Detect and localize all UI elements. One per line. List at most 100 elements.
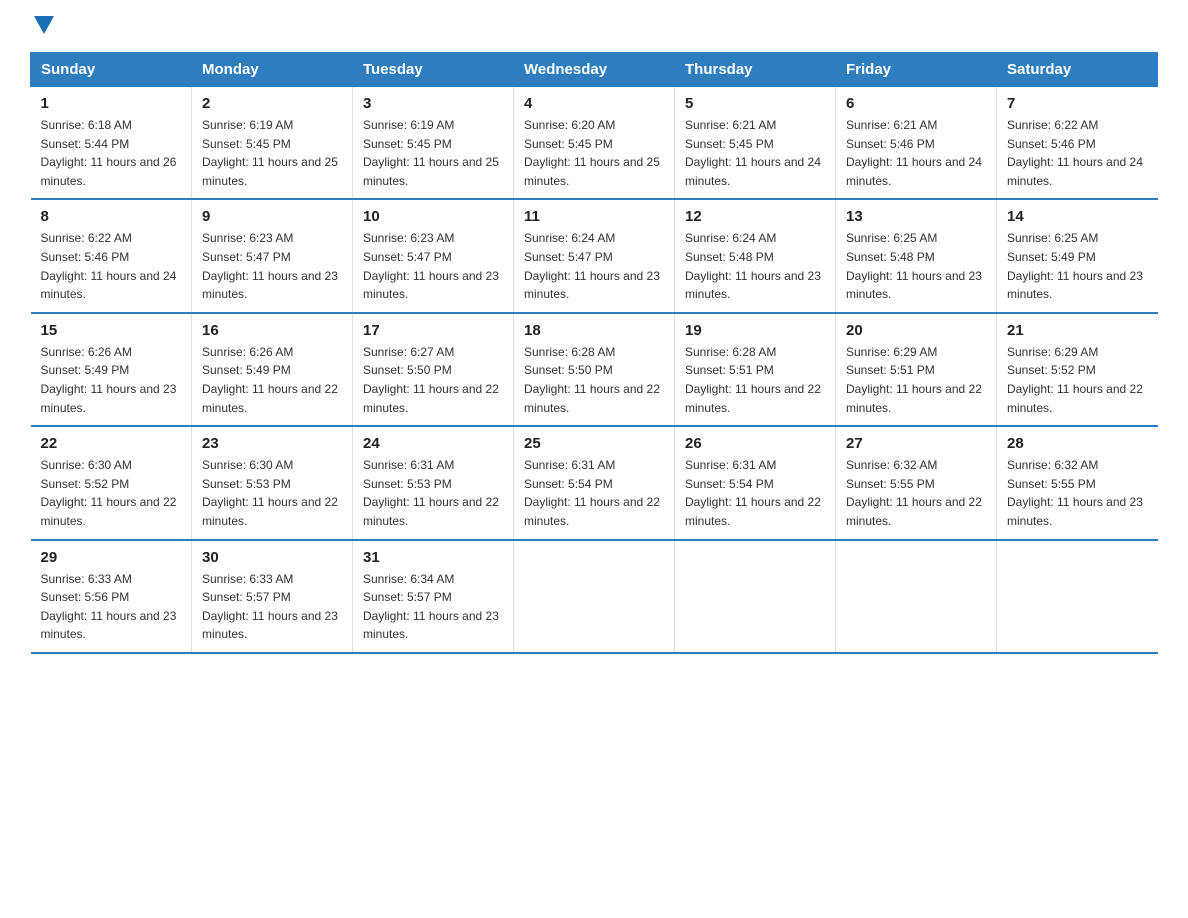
day-info: Sunrise: 6:34 AMSunset: 5:57 PMDaylight:… bbox=[363, 572, 499, 642]
day-number: 18 bbox=[524, 322, 664, 339]
header-friday: Friday bbox=[836, 53, 997, 87]
day-info: Sunrise: 6:18 AMSunset: 5:44 PMDaylight:… bbox=[41, 118, 177, 188]
calendar-cell: 17 Sunrise: 6:27 AMSunset: 5:50 PMDaylig… bbox=[353, 313, 514, 426]
day-info: Sunrise: 6:19 AMSunset: 5:45 PMDaylight:… bbox=[363, 118, 499, 188]
day-number: 23 bbox=[202, 435, 342, 452]
calendar-cell: 14 Sunrise: 6:25 AMSunset: 5:49 PMDaylig… bbox=[997, 199, 1158, 312]
header-sunday: Sunday bbox=[31, 53, 192, 87]
day-info: Sunrise: 6:30 AMSunset: 5:52 PMDaylight:… bbox=[41, 458, 177, 528]
day-number: 16 bbox=[202, 322, 342, 339]
calendar-table: SundayMondayTuesdayWednesdayThursdayFrid… bbox=[30, 52, 1158, 654]
calendar-week-row: 22 Sunrise: 6:30 AMSunset: 5:52 PMDaylig… bbox=[31, 426, 1158, 539]
day-number: 13 bbox=[846, 208, 986, 225]
day-number: 3 bbox=[363, 95, 503, 112]
day-info: Sunrise: 6:23 AMSunset: 5:47 PMDaylight:… bbox=[363, 231, 499, 301]
calendar-cell: 24 Sunrise: 6:31 AMSunset: 5:53 PMDaylig… bbox=[353, 426, 514, 539]
logo-triangle-icon bbox=[34, 16, 54, 34]
calendar-cell: 4 Sunrise: 6:20 AMSunset: 5:45 PMDayligh… bbox=[514, 87, 675, 200]
day-number: 7 bbox=[1007, 95, 1148, 112]
day-info: Sunrise: 6:27 AMSunset: 5:50 PMDaylight:… bbox=[363, 345, 499, 415]
day-info: Sunrise: 6:21 AMSunset: 5:46 PMDaylight:… bbox=[846, 118, 982, 188]
day-number: 19 bbox=[685, 322, 825, 339]
day-info: Sunrise: 6:30 AMSunset: 5:53 PMDaylight:… bbox=[202, 458, 338, 528]
calendar-header-row: SundayMondayTuesdayWednesdayThursdayFrid… bbox=[31, 53, 1158, 87]
day-info: Sunrise: 6:33 AMSunset: 5:57 PMDaylight:… bbox=[202, 572, 338, 642]
day-number: 21 bbox=[1007, 322, 1148, 339]
day-number: 1 bbox=[41, 95, 182, 112]
header-monday: Monday bbox=[192, 53, 353, 87]
day-number: 20 bbox=[846, 322, 986, 339]
day-info: Sunrise: 6:26 AMSunset: 5:49 PMDaylight:… bbox=[202, 345, 338, 415]
day-info: Sunrise: 6:25 AMSunset: 5:48 PMDaylight:… bbox=[846, 231, 982, 301]
calendar-cell: 22 Sunrise: 6:30 AMSunset: 5:52 PMDaylig… bbox=[31, 426, 192, 539]
day-info: Sunrise: 6:21 AMSunset: 5:45 PMDaylight:… bbox=[685, 118, 821, 188]
calendar-cell: 28 Sunrise: 6:32 AMSunset: 5:55 PMDaylig… bbox=[997, 426, 1158, 539]
header-wednesday: Wednesday bbox=[514, 53, 675, 87]
day-info: Sunrise: 6:28 AMSunset: 5:50 PMDaylight:… bbox=[524, 345, 660, 415]
day-number: 26 bbox=[685, 435, 825, 452]
day-info: Sunrise: 6:31 AMSunset: 5:54 PMDaylight:… bbox=[524, 458, 660, 528]
day-number: 25 bbox=[524, 435, 664, 452]
day-number: 30 bbox=[202, 549, 342, 566]
day-number: 17 bbox=[363, 322, 503, 339]
calendar-week-row: 8 Sunrise: 6:22 AMSunset: 5:46 PMDayligh… bbox=[31, 199, 1158, 312]
day-number: 2 bbox=[202, 95, 342, 112]
day-info: Sunrise: 6:22 AMSunset: 5:46 PMDaylight:… bbox=[1007, 118, 1143, 188]
calendar-cell: 11 Sunrise: 6:24 AMSunset: 5:47 PMDaylig… bbox=[514, 199, 675, 312]
day-number: 14 bbox=[1007, 208, 1148, 225]
day-info: Sunrise: 6:19 AMSunset: 5:45 PMDaylight:… bbox=[202, 118, 338, 188]
calendar-cell: 12 Sunrise: 6:24 AMSunset: 5:48 PMDaylig… bbox=[675, 199, 836, 312]
day-info: Sunrise: 6:22 AMSunset: 5:46 PMDaylight:… bbox=[41, 231, 177, 301]
day-info: Sunrise: 6:28 AMSunset: 5:51 PMDaylight:… bbox=[685, 345, 821, 415]
day-number: 5 bbox=[685, 95, 825, 112]
day-number: 6 bbox=[846, 95, 986, 112]
day-info: Sunrise: 6:29 AMSunset: 5:52 PMDaylight:… bbox=[1007, 345, 1143, 415]
day-number: 10 bbox=[363, 208, 503, 225]
calendar-week-row: 1 Sunrise: 6:18 AMSunset: 5:44 PMDayligh… bbox=[31, 87, 1158, 200]
calendar-cell: 2 Sunrise: 6:19 AMSunset: 5:45 PMDayligh… bbox=[192, 87, 353, 200]
header-thursday: Thursday bbox=[675, 53, 836, 87]
day-info: Sunrise: 6:24 AMSunset: 5:47 PMDaylight:… bbox=[524, 231, 660, 301]
calendar-cell: 1 Sunrise: 6:18 AMSunset: 5:44 PMDayligh… bbox=[31, 87, 192, 200]
calendar-cell: 9 Sunrise: 6:23 AMSunset: 5:47 PMDayligh… bbox=[192, 199, 353, 312]
day-number: 8 bbox=[41, 208, 182, 225]
day-number: 9 bbox=[202, 208, 342, 225]
day-info: Sunrise: 6:23 AMSunset: 5:47 PMDaylight:… bbox=[202, 231, 338, 301]
calendar-cell: 5 Sunrise: 6:21 AMSunset: 5:45 PMDayligh… bbox=[675, 87, 836, 200]
calendar-cell: 16 Sunrise: 6:26 AMSunset: 5:49 PMDaylig… bbox=[192, 313, 353, 426]
day-info: Sunrise: 6:20 AMSunset: 5:45 PMDaylight:… bbox=[524, 118, 660, 188]
calendar-cell: 13 Sunrise: 6:25 AMSunset: 5:48 PMDaylig… bbox=[836, 199, 997, 312]
day-info: Sunrise: 6:33 AMSunset: 5:56 PMDaylight:… bbox=[41, 572, 177, 642]
calendar-week-row: 29 Sunrise: 6:33 AMSunset: 5:56 PMDaylig… bbox=[31, 540, 1158, 653]
day-number: 28 bbox=[1007, 435, 1148, 452]
calendar-cell: 20 Sunrise: 6:29 AMSunset: 5:51 PMDaylig… bbox=[836, 313, 997, 426]
page-header bbox=[30, 20, 1158, 34]
day-info: Sunrise: 6:24 AMSunset: 5:48 PMDaylight:… bbox=[685, 231, 821, 301]
calendar-cell: 15 Sunrise: 6:26 AMSunset: 5:49 PMDaylig… bbox=[31, 313, 192, 426]
day-number: 15 bbox=[41, 322, 182, 339]
calendar-cell: 29 Sunrise: 6:33 AMSunset: 5:56 PMDaylig… bbox=[31, 540, 192, 653]
day-info: Sunrise: 6:31 AMSunset: 5:54 PMDaylight:… bbox=[685, 458, 821, 528]
calendar-cell: 10 Sunrise: 6:23 AMSunset: 5:47 PMDaylig… bbox=[353, 199, 514, 312]
calendar-cell: 6 Sunrise: 6:21 AMSunset: 5:46 PMDayligh… bbox=[836, 87, 997, 200]
calendar-cell: 30 Sunrise: 6:33 AMSunset: 5:57 PMDaylig… bbox=[192, 540, 353, 653]
day-number: 11 bbox=[524, 208, 664, 225]
calendar-cell: 8 Sunrise: 6:22 AMSunset: 5:46 PMDayligh… bbox=[31, 199, 192, 312]
calendar-cell: 19 Sunrise: 6:28 AMSunset: 5:51 PMDaylig… bbox=[675, 313, 836, 426]
day-number: 29 bbox=[41, 549, 182, 566]
calendar-cell: 27 Sunrise: 6:32 AMSunset: 5:55 PMDaylig… bbox=[836, 426, 997, 539]
day-info: Sunrise: 6:26 AMSunset: 5:49 PMDaylight:… bbox=[41, 345, 177, 415]
calendar-cell: 7 Sunrise: 6:22 AMSunset: 5:46 PMDayligh… bbox=[997, 87, 1158, 200]
logo bbox=[30, 20, 54, 34]
calendar-cell: 25 Sunrise: 6:31 AMSunset: 5:54 PMDaylig… bbox=[514, 426, 675, 539]
day-number: 4 bbox=[524, 95, 664, 112]
day-info: Sunrise: 6:25 AMSunset: 5:49 PMDaylight:… bbox=[1007, 231, 1143, 301]
calendar-cell bbox=[675, 540, 836, 653]
calendar-cell: 26 Sunrise: 6:31 AMSunset: 5:54 PMDaylig… bbox=[675, 426, 836, 539]
day-number: 31 bbox=[363, 549, 503, 566]
calendar-week-row: 15 Sunrise: 6:26 AMSunset: 5:49 PMDaylig… bbox=[31, 313, 1158, 426]
day-info: Sunrise: 6:32 AMSunset: 5:55 PMDaylight:… bbox=[846, 458, 982, 528]
day-info: Sunrise: 6:29 AMSunset: 5:51 PMDaylight:… bbox=[846, 345, 982, 415]
calendar-cell: 31 Sunrise: 6:34 AMSunset: 5:57 PMDaylig… bbox=[353, 540, 514, 653]
day-info: Sunrise: 6:32 AMSunset: 5:55 PMDaylight:… bbox=[1007, 458, 1143, 528]
